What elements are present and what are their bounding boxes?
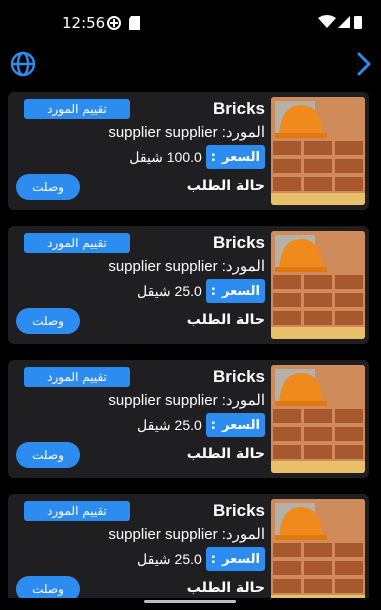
price-label-colon: : [210, 283, 216, 299]
product-title: Bricks [213, 501, 265, 520]
order-status-button[interactable]: وصلت [16, 576, 80, 600]
home-gesture-handle[interactable] [144, 600, 236, 603]
order-status-label: حالة الطلب [186, 580, 265, 596]
supplier-text: المورد: supplier supplier [108, 124, 265, 141]
product-title: Bricks [213, 99, 265, 118]
product-image [271, 365, 365, 473]
sd-card-icon [129, 16, 140, 30]
price-label: السعر : [205, 547, 265, 571]
price-label-text: السعر [222, 149, 260, 165]
price-row: السعر : 25.0 شيقل [137, 413, 265, 437]
product-image [271, 97, 365, 205]
product-image [271, 499, 365, 600]
product-title: Bricks [213, 233, 265, 252]
supplier-text: المورد: supplier supplier [108, 392, 265, 409]
chevron-right-icon[interactable] [354, 49, 374, 79]
order-card[interactable]: Bricks تقييم المورد المورد: supplier sup… [8, 92, 369, 210]
price-label: السعر : [205, 279, 265, 303]
signal-icon [338, 16, 350, 28]
price-label-colon: : [210, 149, 216, 165]
order-card[interactable]: Bricks تقييم المورد المورد: supplier sup… [8, 226, 369, 344]
price-label-colon: : [210, 551, 216, 567]
order-card[interactable]: Bricks تقييم المورد المورد: supplier sup… [8, 360, 369, 478]
price-value: 100.0 شيقل [129, 148, 202, 165]
order-status-label: حالة الطلب [186, 446, 265, 462]
product-title: Bricks [213, 367, 265, 386]
price-label-text: السعر [222, 551, 260, 567]
order-status-label: حالة الطلب [186, 312, 265, 328]
supplier-text: المورد: supplier supplier [108, 258, 265, 275]
status-bar: 12:56 [0, 0, 381, 46]
system-nav-bar [0, 598, 381, 610]
order-card[interactable]: Bricks تقييم المورد المورد: supplier sup… [8, 494, 369, 600]
app-bar [0, 46, 381, 82]
rate-supplier-button[interactable]: تقييم المورد [24, 367, 130, 387]
price-row: السعر : 100.0 شيقل [129, 145, 265, 169]
order-status-label: حالة الطلب [186, 178, 265, 194]
price-label-colon: : [210, 417, 216, 433]
rate-supplier-button[interactable]: تقييم المورد [24, 233, 130, 253]
price-row: السعر : 25.0 شيقل [137, 279, 265, 303]
price-value: 25.0 شيقل [137, 282, 202, 299]
order-status-button[interactable]: وصلت [16, 442, 80, 468]
order-list: Bricks تقييم المورد المورد: supplier sup… [0, 86, 381, 600]
price-label-text: السعر [222, 283, 260, 299]
supplier-text: المورد: supplier supplier [108, 526, 265, 543]
wifi-icon [318, 15, 336, 28]
price-value: 25.0 شيقل [137, 416, 202, 433]
order-status-button[interactable]: وصلت [16, 308, 80, 334]
price-label-text: السعر [222, 417, 260, 433]
battery-icon [354, 16, 362, 29]
product-image [271, 231, 365, 339]
price-value: 25.0 شيقل [137, 550, 202, 567]
rate-supplier-button[interactable]: تقييم المورد [24, 99, 130, 119]
price-label: السعر : [205, 413, 265, 437]
gamepad-icon [107, 16, 121, 30]
price-row: السعر : 25.0 شيقل [137, 547, 265, 571]
rate-supplier-button[interactable]: تقييم المورد [24, 501, 130, 521]
price-label: السعر : [205, 145, 265, 169]
globe-icon[interactable] [10, 51, 36, 77]
status-time: 12:56 [62, 14, 106, 32]
order-status-button[interactable]: وصلت [16, 174, 80, 200]
